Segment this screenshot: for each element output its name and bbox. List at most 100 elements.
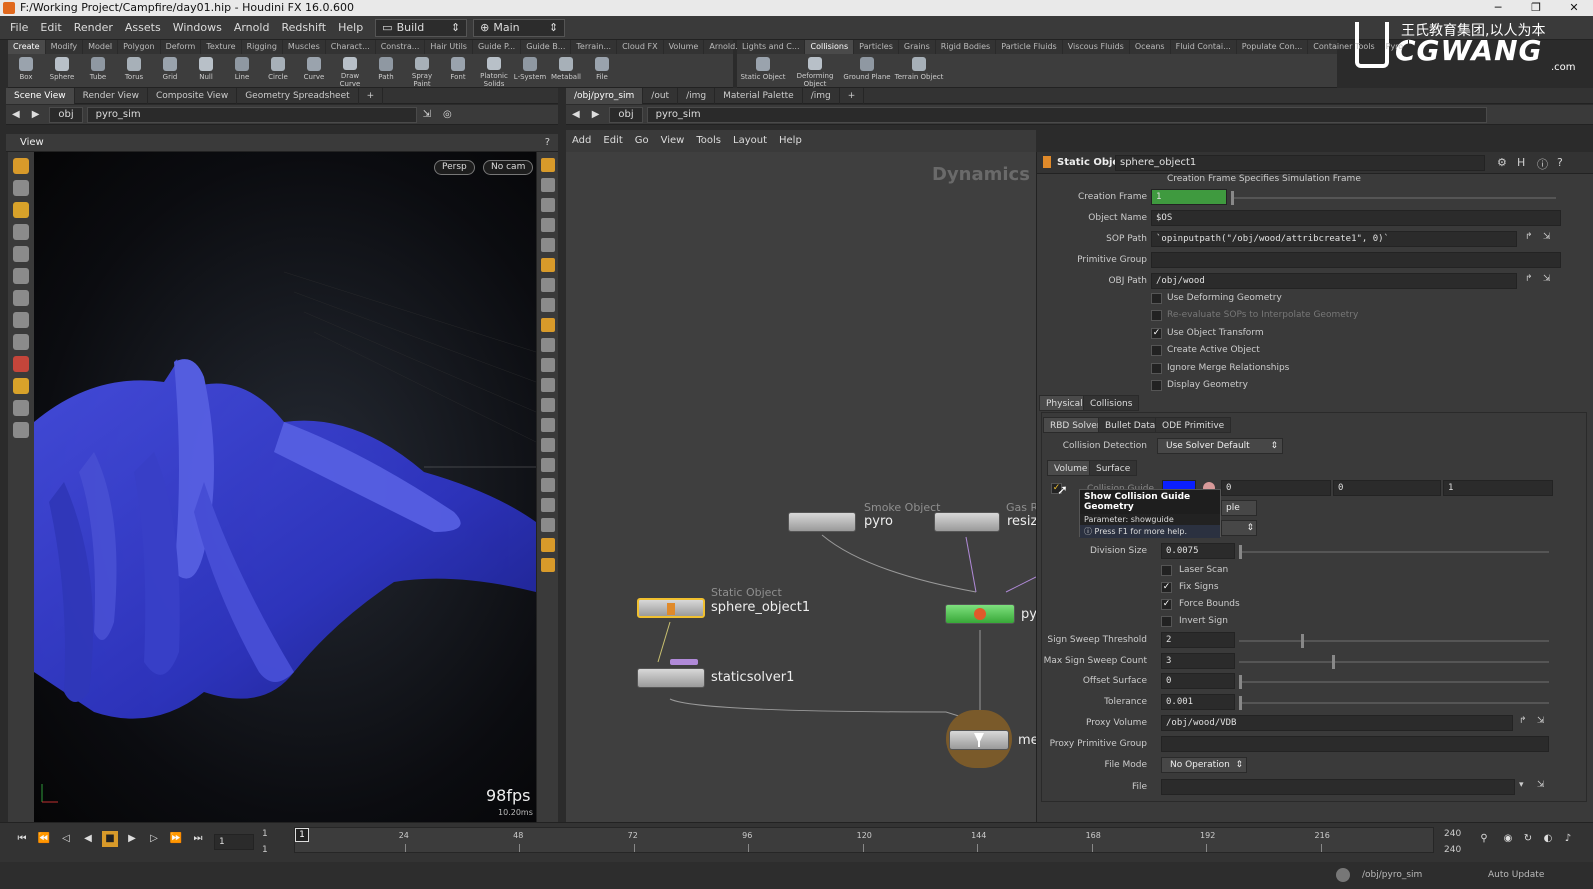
magnet-tool-icon[interactable] [13,356,29,372]
file-browse-icon[interactable]: ⇲ [1537,780,1545,790]
node-static-solver[interactable] [637,668,705,688]
shelf-tab-particle-fluids[interactable]: Particle Fluids [996,40,1063,54]
file-field[interactable] [1161,779,1515,795]
restore-button[interactable]: ❐ [1517,0,1555,16]
creation-frame-slider[interactable] [1231,191,1556,205]
shelf-tab-model[interactable]: Model [83,40,119,54]
close-window-button[interactable]: ✕ [1555,0,1593,16]
jump-start-button[interactable]: ⏮ [14,831,30,847]
help-icon[interactable]: ? [545,137,550,148]
obj-path-field[interactable]: /obj/wood [1151,273,1517,289]
checkbox-fix-signs[interactable]: ✓ [1161,582,1172,593]
dot-icon[interactable] [541,358,555,372]
menu-help[interactable]: Help [332,16,369,40]
object-name-field[interactable]: $OS [1151,210,1561,226]
shelf-tool-sphere[interactable]: Sphere [44,54,80,88]
shelf-tab-hair-utils[interactable]: Hair Utils [425,40,473,54]
shelf-tab-texture[interactable]: Texture [201,40,242,54]
current-frame-marker[interactable]: 1 [295,828,309,842]
prim-group-field[interactable] [1151,252,1561,268]
chevron-down-icon[interactable]: ▾ [1519,780,1524,790]
checkbox-re-evaluate-sops-to-interpolate-geometry[interactable] [1151,310,1162,322]
shelf-tab-volume[interactable]: Volume [664,40,705,54]
shelf-tab-create[interactable]: Create [8,40,46,54]
shelf-tool-static-object[interactable]: Static Object [737,54,789,88]
light-bulb-icon[interactable] [541,258,555,272]
creation-frame-field[interactable]: 1 [1151,189,1227,205]
shelf-tab-deform[interactable]: Deform [161,40,202,54]
guide-color-b[interactable]: 1 [1443,480,1553,496]
play-reverse-button[interactable]: ◀ [80,831,96,847]
sign-sweep-threshold-slider[interactable] [1239,634,1549,648]
shelf-tool-tube[interactable]: Tube [80,54,116,88]
shelf-tab-container-tools[interactable]: Container Tools [1308,40,1381,54]
lock-icon[interactable] [541,198,555,212]
tab-out[interactable]: /out [643,87,679,104]
network-menu-go[interactable]: Go [629,130,655,152]
shelf-tab-lights-and-c[interactable]: Lights and C... [737,40,806,54]
division-size-slider[interactable] [1239,545,1549,559]
tolerance-field[interactable]: 0.001 [1161,694,1235,710]
node-chooser-icon[interactable]: ↱ [1525,274,1533,284]
shelf-tab-rigging[interactable]: Rigging [242,40,283,54]
shading-icon[interactable] [541,178,555,192]
view-tool-icon[interactable] [13,400,29,416]
path-crumb-obj[interactable]: obj [49,106,83,123]
loop-icon[interactable]: ↻ [1520,831,1536,847]
help-icon[interactable]: ? [1557,156,1563,169]
normals-icon[interactable] [541,338,555,352]
shelf-tool-platonic-solids[interactable]: Platonic Solids [476,54,512,88]
path-crumb-obj[interactable]: obj [609,106,643,123]
select-tool-icon[interactable] [13,158,29,174]
shelf-tab-guide-p[interactable]: Guide P... [473,40,522,54]
shelf-tool-deforming-object[interactable]: Deforming Object [789,54,841,88]
shelf-tab-fluid-contai[interactable]: Fluid Contai... [1171,40,1237,54]
tab-img[interactable]: /img [678,87,716,104]
desktop-select[interactable]: ▭ Build ⇕ [375,18,468,37]
jump-icon[interactable]: ⇲ [1543,232,1551,242]
checkbox-force-bounds[interactable]: ✓ [1161,599,1172,610]
text-icon[interactable] [541,518,555,532]
tab-bullet-data[interactable]: Bullet Data [1098,417,1163,433]
step-forward-key-button[interactable]: ⏩ [168,831,184,847]
pose-tool-icon[interactable] [13,202,29,218]
mode-select[interactable]: ple [1221,500,1257,516]
shelf-tab-polygon[interactable]: Polygon [118,40,161,54]
bucket-icon[interactable] [541,438,555,452]
shelf-tab-constra[interactable]: Constra... [376,40,426,54]
offset-surface-slider[interactable] [1239,675,1549,689]
menu-windows[interactable]: Windows [167,16,228,40]
step-forward-button[interactable]: ▷ [146,831,162,847]
checkbox-create-active-object[interactable] [1151,345,1162,357]
gear-icon[interactable]: ⚙ [1497,156,1507,169]
node-smoke-object[interactable] [788,512,856,532]
lighting-icon[interactable] [541,238,555,252]
hscript-icon[interactable]: H [1517,156,1525,169]
shelf-tab-terrain[interactable]: Terrain... [571,40,618,54]
pen-icon[interactable] [541,398,555,412]
param-node-name[interactable]: sphere_object1 [1115,155,1485,171]
wire-icon[interactable] [541,418,555,432]
guide-color-g[interactable]: 0 [1333,480,1441,496]
magnify-icon[interactable]: ⚲ [1476,831,1492,847]
shelf-tab-collisions[interactable]: Collisions [805,40,855,54]
shelf-tab-guide-b[interactable]: Guide B... [521,40,572,54]
checkbox-laser-scan[interactable] [1161,565,1172,576]
display-options-icon[interactable] [541,158,555,172]
shelf-tab-muscles[interactable]: Muscles [283,40,326,54]
info-icon[interactable]: ⓘ [1537,156,1548,172]
step-back-key-button[interactable]: ⏪ [36,831,52,847]
translate-tool-icon[interactable] [13,290,29,306]
shelf-tool-line[interactable]: Line [224,54,260,88]
shelf-tab-modify[interactable]: Modify [46,40,84,54]
shelf-tool-grid[interactable]: Grid [152,54,188,88]
checkbox-invert-sign[interactable] [1161,616,1172,627]
tab-img-2[interactable]: /img [803,87,840,104]
tab-geometry-spreadsheet[interactable]: Geometry Spreadsheet [237,87,359,104]
node-pyro-solver[interactable] [945,604,1015,624]
scale-tool-icon[interactable] [13,334,29,350]
realtime-icon[interactable]: ◉ [1500,831,1516,847]
menu-redshift[interactable]: Redshift [275,16,332,40]
tab-scene-view[interactable]: Scene View [6,87,75,104]
camera-view-icon[interactable] [541,538,555,552]
